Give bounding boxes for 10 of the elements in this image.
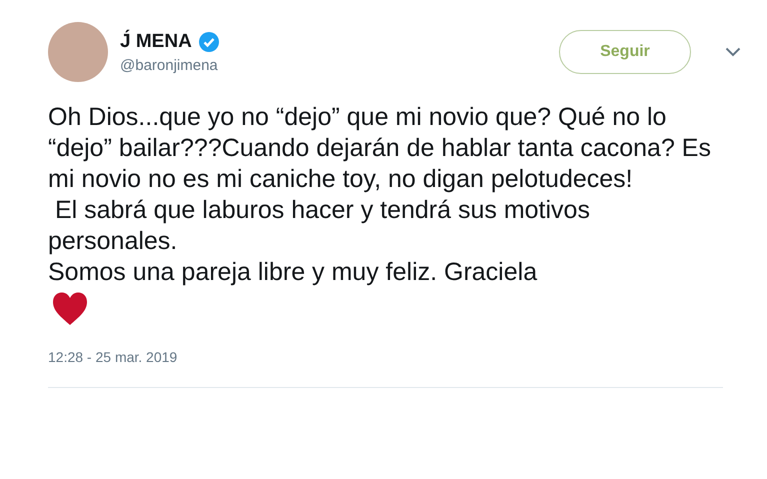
- verified-badge-icon: [198, 30, 220, 52]
- heart-icon: [51, 291, 89, 327]
- author-name: J́ MENA: [120, 30, 192, 52]
- author-handle: @baronjimena: [120, 56, 219, 74]
- tweet-text: El sabrá que laburos hacer y tendrá sus motivos personales.: [48, 195, 591, 257]
- tweet-timestamp: 12:28 - 25 mar. 2019: [48, 349, 178, 365]
- tweet-text: Somos una pareja libre y muy feliz. Graciela: [48, 257, 538, 288]
- follow-button[interactable]: Seguir: [559, 30, 691, 74]
- tweet-text: Oh Dios...que yo no “dejo” que mi novio que? Qué no lo “dejo” bailar???Cuando dejarán de hablar tanta cacona? Es mi novio no es mi caniche toy, no digan pelotudeces!: [48, 102, 712, 195]
- chevron-down-icon[interactable]: [725, 47, 741, 57]
